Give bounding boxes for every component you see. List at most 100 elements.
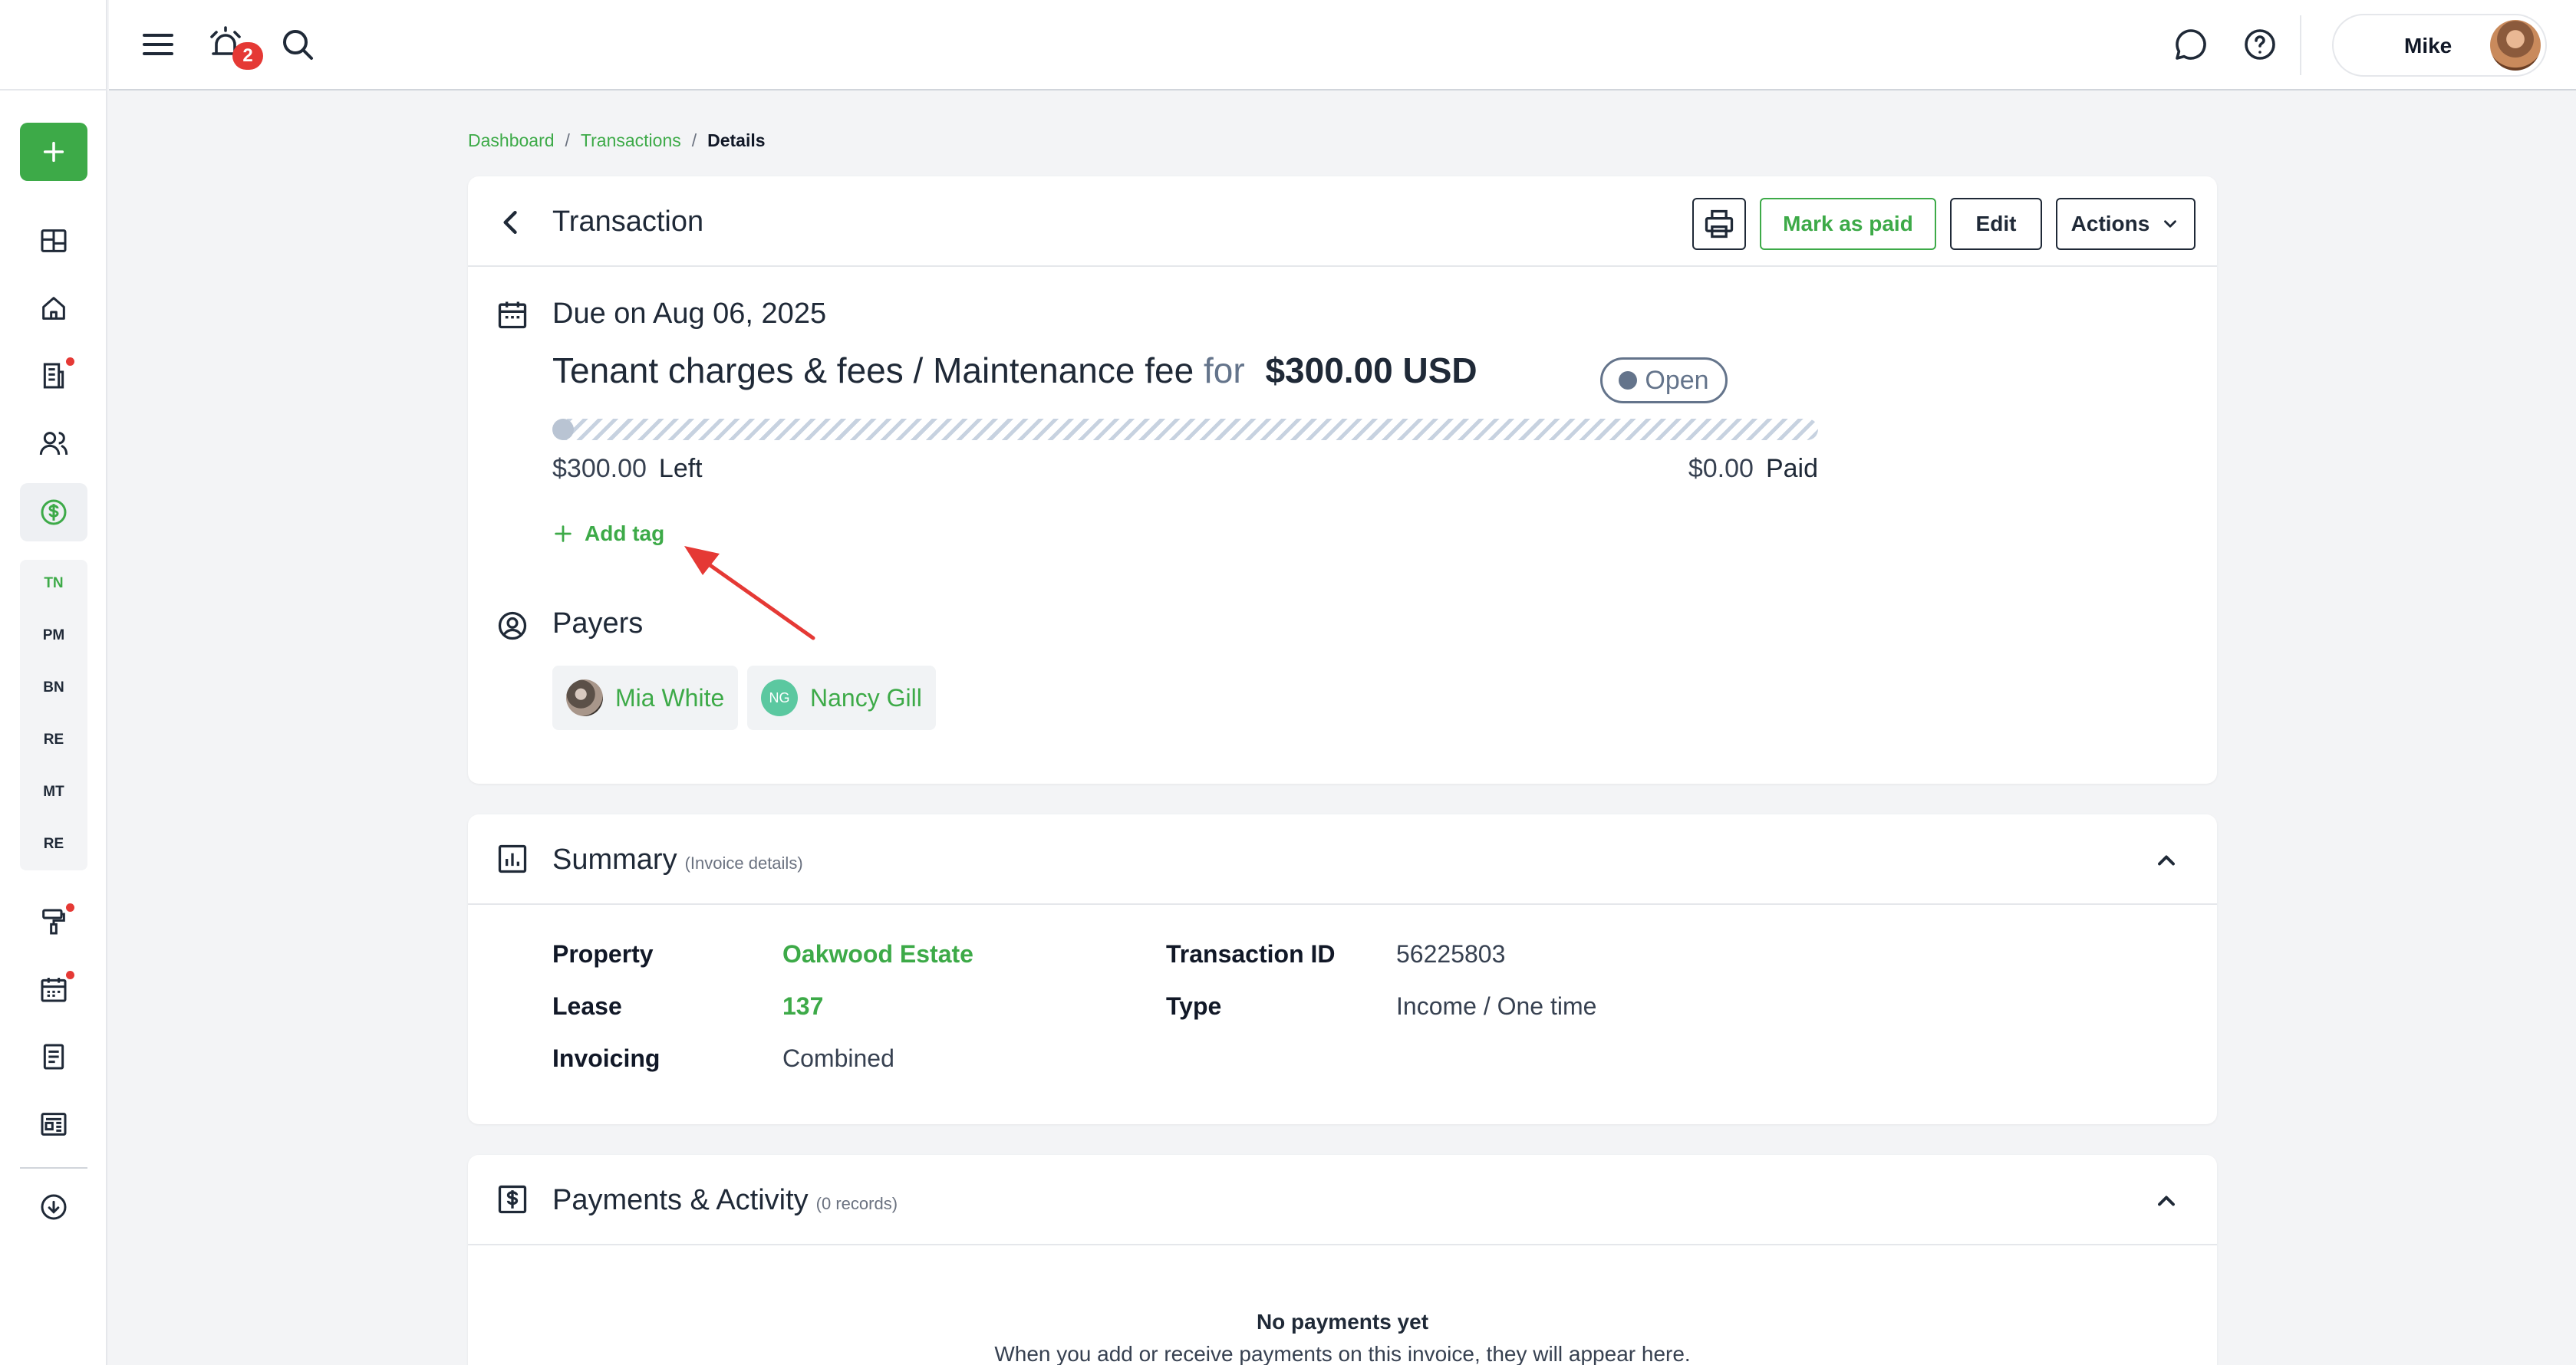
transaction-amount: $300.00 USD: [1265, 350, 1477, 390]
paid-label: Paid: [1765, 454, 1818, 483]
transaction-summary-line: Tenant charges & fees / Maintenance fee …: [552, 350, 1477, 391]
accounting-subnav: TN PM BN RE MT RE: [20, 560, 87, 870]
sidebar-item-properties[interactable]: [35, 290, 72, 327]
back-button[interactable]: [494, 206, 529, 241]
mark-as-paid-button[interactable]: Mark as paid: [1760, 198, 1936, 250]
property-link[interactable]: Oakwood Estate: [782, 940, 973, 969]
paid-amount-row: $0.00 Paid: [1688, 454, 1818, 484]
payment-progress-bar: [552, 419, 1818, 440]
actions-label: Actions: [2070, 212, 2150, 235]
help-button[interactable]: [2238, 23, 2281, 66]
dollar-circle-icon: [41, 499, 67, 525]
lease-link[interactable]: 137: [782, 992, 823, 1021]
sidebar-item-reports[interactable]: [35, 1106, 72, 1143]
subnav-item[interactable]: RE: [20, 732, 87, 748]
add-tag-label: Add tag: [585, 521, 665, 545]
menu-button[interactable]: [137, 23, 180, 66]
property-label: Property: [552, 940, 654, 968]
add-new-button[interactable]: [20, 123, 87, 181]
payments-subtitle: (0 records): [815, 1194, 898, 1213]
subnav-item[interactable]: RE: [20, 836, 87, 853]
progress-knob: [552, 419, 574, 440]
chevron-up-icon: [2158, 1196, 2175, 1206]
search-icon: [283, 30, 313, 60]
subnav-item[interactable]: TN: [20, 575, 87, 592]
sidebar-item-maintenance[interactable]: [35, 903, 74, 940]
sidebar-item-accounting[interactable]: [20, 483, 87, 541]
sidebar-item-calendar[interactable]: [35, 971, 74, 1008]
type-label: Type: [1166, 992, 1222, 1020]
user-menu[interactable]: Mike: [2332, 14, 2547, 77]
payer-name: Nancy Gill: [810, 683, 922, 712]
transaction-header: Transaction Mark as paid Edit Actions: [468, 176, 2217, 267]
search-button[interactable]: [276, 23, 319, 66]
payer-chip-nancy-gill[interactable]: NG Nancy Gill: [747, 666, 936, 730]
breadcrumb-current: Details: [707, 130, 766, 150]
breadcrumb-transactions[interactable]: Transactions: [581, 130, 681, 151]
actions-dropdown[interactable]: Actions: [2056, 198, 2196, 250]
chevron-down-icon: [2164, 220, 2177, 228]
printer-icon: [1705, 209, 1734, 238]
notification-dot: [66, 357, 74, 366]
notification-dot: [66, 903, 74, 912]
type-value: Income / One time: [1396, 992, 1597, 1020]
payments-title: Payments & Activity (0 records): [552, 1184, 898, 1217]
paint-roller-icon: [42, 909, 65, 935]
due-date: Due on Aug 06, 2025: [552, 298, 827, 330]
subnav-item[interactable]: PM: [20, 627, 87, 644]
subnav-item[interactable]: BN: [20, 679, 87, 696]
print-button[interactable]: [1692, 198, 1746, 250]
breadcrumb-separator: /: [565, 130, 570, 150]
newspaper-icon: [41, 1113, 67, 1136]
sidebar-logo-area: [0, 0, 106, 90]
cloud-download-icon: [41, 1194, 67, 1220]
avatar: [2490, 20, 2541, 71]
status-label: Open: [1645, 365, 1709, 395]
payer-name: Mia White: [615, 683, 725, 712]
empty-state-title: No payments yet: [1256, 1310, 1429, 1334]
collapse-summary-button[interactable]: [2153, 847, 2180, 874]
sidebar: TN PM BN RE MT RE: [0, 0, 107, 1365]
collapse-payments-button[interactable]: [2153, 1187, 2180, 1215]
sidebar-divider: [20, 1167, 87, 1169]
chevron-up-icon: [2158, 855, 2175, 866]
sidebar-item-download[interactable]: [35, 1189, 72, 1225]
payer-chip-mia-white[interactable]: Mia White: [552, 666, 739, 730]
avatar: NG: [761, 679, 798, 716]
status-dot: [1619, 371, 1638, 390]
calendar-icon: [496, 298, 531, 333]
transaction-id-value: 56225803: [1396, 940, 1506, 968]
home-icon: [42, 297, 65, 320]
user-circle-icon: [496, 609, 531, 644]
lease-label: Lease: [552, 992, 622, 1020]
transaction-id-label: Transaction ID: [1166, 940, 1336, 968]
sidebar-item-contacts[interactable]: [35, 425, 72, 462]
breadcrumb: Dashboard / Transactions / Details: [468, 130, 766, 151]
status-badge: Open: [1600, 357, 1728, 403]
summary-card: Summary (Invoice details) Property Oakwoo…: [468, 814, 2217, 1124]
edit-button[interactable]: Edit: [1950, 198, 2042, 250]
sidebar-item-notes[interactable]: [35, 1038, 72, 1075]
invoicing-label: Invoicing: [552, 1044, 660, 1072]
messages-button[interactable]: [2169, 23, 2212, 66]
payments-title-text: Payments & Activity: [552, 1184, 809, 1216]
paid-amount: $0.00: [1688, 454, 1754, 483]
transaction-card: Transaction Mark as paid Edit Actions Du…: [468, 176, 2217, 784]
add-tag-button[interactable]: Add tag: [552, 521, 664, 546]
left-label: Left: [658, 454, 703, 483]
plus-icon: [555, 525, 572, 542]
document-building-icon: [43, 363, 64, 389]
payments-card: Payments & Activity (0 records) No paymen…: [468, 1155, 2217, 1365]
payments-header[interactable]: Payments & Activity (0 records): [468, 1155, 2217, 1245]
chevron-left-icon: [503, 210, 517, 235]
summary-title: Summary (Invoice details): [552, 844, 803, 877]
invoicing-value: Combined: [782, 1044, 894, 1072]
breadcrumb-dashboard[interactable]: Dashboard: [468, 130, 555, 151]
sidebar-item-dashboard[interactable]: [35, 222, 72, 259]
dollar-square-icon: [496, 1182, 531, 1218]
summary-header[interactable]: Summary (Invoice details): [468, 814, 2217, 905]
sidebar-item-leases[interactable]: [35, 357, 74, 394]
chat-icon: [2176, 29, 2206, 60]
grid-icon: [41, 229, 67, 252]
subnav-item[interactable]: MT: [20, 784, 87, 801]
